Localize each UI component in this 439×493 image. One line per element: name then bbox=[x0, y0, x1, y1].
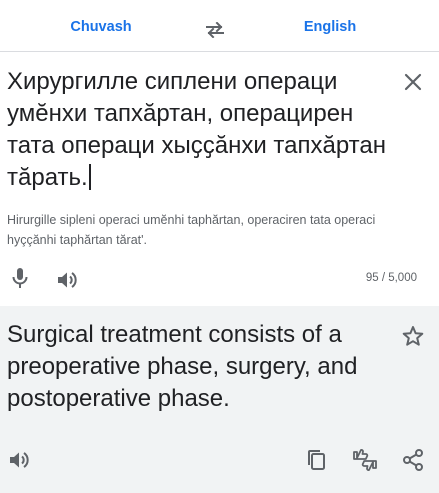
source-panel: Хирургилле сиплени операци умӗнхи тапхӑр… bbox=[0, 52, 439, 306]
volume-icon bbox=[58, 272, 77, 288]
thumbs-feedback-icon bbox=[353, 449, 377, 471]
source-language-button[interactable]: Chuvash bbox=[21, 0, 181, 52]
source-text: Хирургилле сиплени операци умӗнхи тапхӑр… bbox=[7, 68, 386, 191]
listen-translation-button[interactable] bbox=[7, 448, 31, 472]
swap-horiz-icon bbox=[206, 22, 224, 38]
swap-languages-button[interactable] bbox=[202, 18, 228, 42]
source-text-input[interactable]: Хирургилле сиплени операци умӗнхи тапхӑр… bbox=[7, 66, 387, 194]
star-outline-icon bbox=[402, 326, 424, 346]
clear-text-button[interactable] bbox=[401, 70, 425, 94]
translation-text: Surgical treatment consists of a preoper… bbox=[7, 321, 358, 412]
source-transliteration: Hirurgille sipleni operaci umĕnhi taphăr… bbox=[7, 213, 376, 247]
listen-source-button[interactable] bbox=[55, 268, 79, 292]
save-translation-button[interactable] bbox=[401, 324, 425, 348]
copy-icon bbox=[308, 450, 325, 470]
character-count: 95 / 5,000 bbox=[365, 272, 417, 284]
target-language-button[interactable]: English bbox=[250, 0, 410, 52]
share-translation-button[interactable] bbox=[401, 448, 425, 472]
text-cursor bbox=[88, 164, 91, 190]
close-icon bbox=[404, 73, 422, 91]
rate-translation-button[interactable] bbox=[352, 448, 378, 472]
language-bar: Chuvash English bbox=[0, 0, 439, 52]
voice-input-button[interactable] bbox=[8, 266, 32, 290]
volume-icon bbox=[10, 452, 29, 468]
translation-panel: Surgical treatment consists of a preoper… bbox=[0, 306, 439, 493]
mic-icon bbox=[12, 268, 28, 288]
share-icon bbox=[403, 449, 423, 471]
copy-translation-button[interactable] bbox=[305, 448, 329, 472]
